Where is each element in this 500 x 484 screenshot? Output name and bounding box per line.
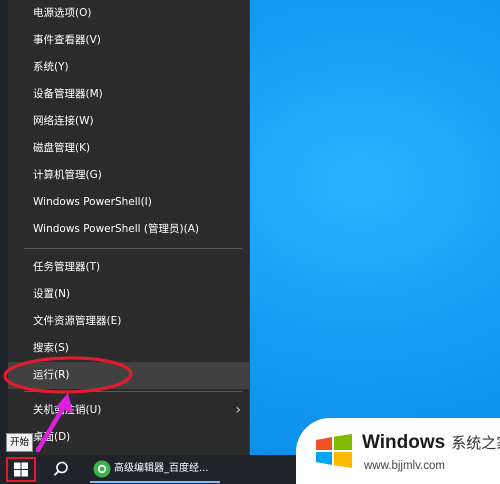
start-button[interactable] — [6, 457, 36, 482]
menu-separator — [24, 391, 242, 392]
menu-item-desktop[interactable]: 桌面(D) — [8, 424, 249, 451]
menu-item-task-manager[interactable]: 任务管理器(T) — [8, 254, 249, 281]
watermark-brand: Windows 系统之家 — [362, 432, 500, 454]
menu-item-shutdown[interactable]: 关机或注销(U) › — [8, 397, 249, 424]
desktop-edge — [0, 0, 8, 455]
menu-item-disk-management[interactable]: 磁盘管理(K) — [8, 135, 249, 162]
menu-item-power-options[interactable]: 电源选项(O) — [8, 0, 249, 27]
watermark-url: www.bjjmlv.com — [364, 460, 445, 472]
taskbar-app-label: 高级编辑器_百度经... — [114, 463, 209, 474]
windows-start-icon — [14, 462, 28, 477]
search-icon[interactable] — [52, 460, 70, 478]
watermark: Windows 系统之家 www.bjjmlv.com — [296, 418, 500, 484]
menu-item-event-viewer[interactable]: 事件查看器(V) — [8, 27, 249, 54]
menu-item-settings[interactable]: 设置(N) — [8, 281, 249, 308]
taskbar-browser-app[interactable]: 高级编辑器_百度经... — [90, 457, 220, 481]
watermark-brand-en: Windows — [362, 432, 446, 453]
menu-separator — [24, 248, 242, 249]
watermark-brand-cn: 系统之家 — [451, 435, 500, 452]
menu-item-search[interactable]: 搜索(S) — [8, 335, 249, 362]
menu-item-system[interactable]: 系统(Y) — [8, 54, 249, 81]
windows-logo-icon — [316, 434, 352, 468]
start-tooltip: 开始 — [6, 433, 33, 452]
menu-item-run[interactable]: 运行(R) — [8, 362, 249, 389]
winx-start-menu: 电源选项(O) 事件查看器(V) 系统(Y) 设备管理器(M) 网络连接(W) … — [8, 0, 250, 455]
chevron-right-icon: › — [235, 402, 241, 418]
menu-item-network[interactable]: 网络连接(W) — [8, 108, 249, 135]
menu-item-powershell[interactable]: Windows PowerShell(I) — [8, 189, 249, 216]
taskbar-active-indicator — [90, 481, 220, 483]
menu-item-file-explorer[interactable]: 文件资源管理器(E) — [8, 308, 249, 335]
menu-item-shutdown-label: 关机或注销(U) — [33, 404, 102, 416]
menu-item-powershell-admin[interactable]: Windows PowerShell (管理员)(A) — [8, 216, 249, 243]
menu-item-device-manager[interactable]: 设备管理器(M) — [8, 81, 249, 108]
browser-icon — [93, 460, 111, 478]
menu-item-computer-management[interactable]: 计算机管理(G) — [8, 162, 249, 189]
